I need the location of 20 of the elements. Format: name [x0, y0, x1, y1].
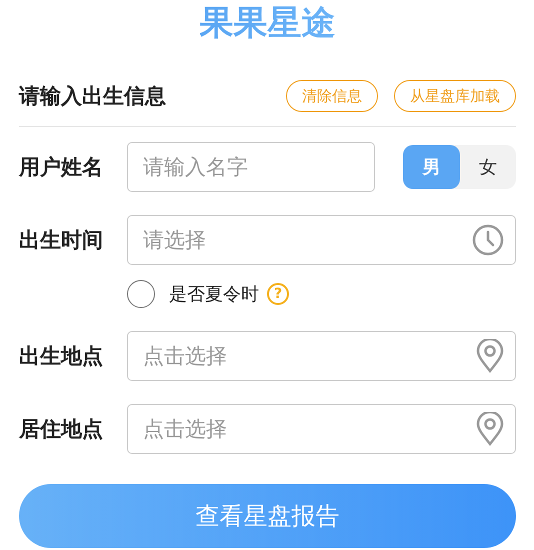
field-label: 用户姓名	[19, 154, 104, 181]
field-label: 出生时间	[19, 227, 104, 254]
field-label: 出生地点	[19, 343, 104, 370]
action-button[interactable]: 清除信息	[286, 80, 378, 112]
clock-icon	[472, 224, 504, 256]
gender-option[interactable]: 男	[403, 145, 460, 189]
location-pin-icon	[476, 412, 504, 446]
field-label: 居住地点	[19, 416, 104, 443]
checkbox[interactable]	[127, 280, 155, 308]
gender-option[interactable]: 女	[460, 145, 516, 189]
action-button[interactable]: 从星盘库加载	[394, 80, 516, 112]
checkbox-label: 是否夏令时	[169, 283, 259, 306]
help-icon[interactable]: ?	[267, 283, 289, 305]
input-field[interactable]: 点击选择	[127, 404, 516, 454]
submit-button[interactable]: 查看星盘报告	[19, 484, 516, 548]
section-heading: 请输入出生信息	[19, 83, 167, 110]
input-field[interactable]: 请选择	[127, 215, 516, 265]
location-pin-icon	[476, 339, 504, 373]
input-field[interactable]: 请输入名字	[127, 142, 375, 192]
input-field[interactable]: 点击选择	[127, 331, 516, 381]
